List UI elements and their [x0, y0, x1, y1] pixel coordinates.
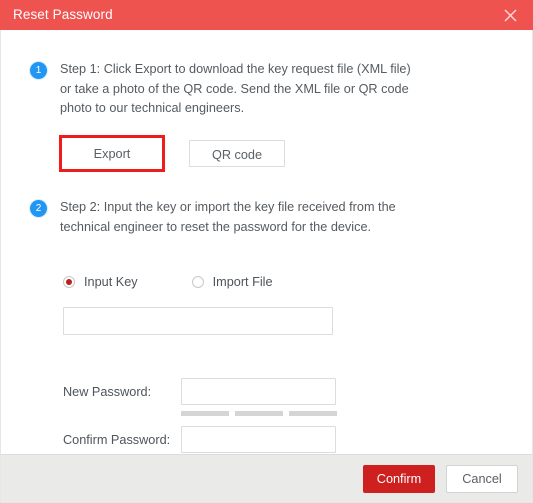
radio-import-file-label: Import File [212, 275, 273, 289]
export-button-highlight: Export [59, 135, 165, 172]
reset-password-dialog: Reset Password 1 Step 1: Click Export to… [0, 0, 533, 503]
step-2: 2 Step 2: Input the key or import the ke… [30, 198, 430, 237]
strength-segment [181, 411, 229, 416]
dialog-footer: Confirm Cancel [0, 454, 533, 503]
key-input[interactable] [63, 307, 333, 335]
step-1: 1 Step 1: Click Export to download the k… [30, 60, 430, 119]
password-strength-meter [181, 411, 337, 416]
strength-segment [235, 411, 283, 416]
step-1-actions: Export QR code [59, 135, 285, 172]
confirm-button[interactable]: Confirm [363, 464, 435, 493]
radio-input-key[interactable]: Input Key [63, 275, 138, 289]
new-password-input[interactable] [181, 378, 336, 405]
radio-import-file-indicator[interactable] [191, 276, 204, 288]
new-password-row: New Password: [63, 378, 343, 405]
dialog-title: Reset Password [13, 7, 113, 22]
key-source-radio-group: Input Key Import File [63, 275, 273, 289]
step-2-text: Step 2: Input the key or import the key … [60, 200, 396, 234]
step-2-badge: 2 [30, 200, 47, 217]
radio-import-file[interactable]: Import File [191, 275, 273, 289]
close-icon[interactable] [495, 0, 525, 30]
new-password-label: New Password: [63, 384, 152, 399]
export-button[interactable]: Export [62, 138, 162, 169]
dialog-body: 1 Step 1: Click Export to download the k… [0, 30, 533, 454]
radio-input-key-label: Input Key [84, 275, 138, 289]
confirm-password-row: Confirm Password: [63, 426, 343, 453]
cancel-button[interactable]: Cancel [446, 464, 518, 493]
qr-code-button[interactable]: QR code [189, 140, 285, 167]
strength-segment [289, 411, 337, 416]
dialog-titlebar: Reset Password [0, 0, 533, 30]
step-1-text: Step 1: Click Export to download the key… [60, 62, 411, 115]
confirm-password-label: Confirm Password: [63, 432, 171, 447]
confirm-password-input[interactable] [181, 426, 336, 453]
step-1-badge: 1 [30, 62, 47, 79]
radio-input-key-indicator[interactable] [63, 276, 75, 288]
